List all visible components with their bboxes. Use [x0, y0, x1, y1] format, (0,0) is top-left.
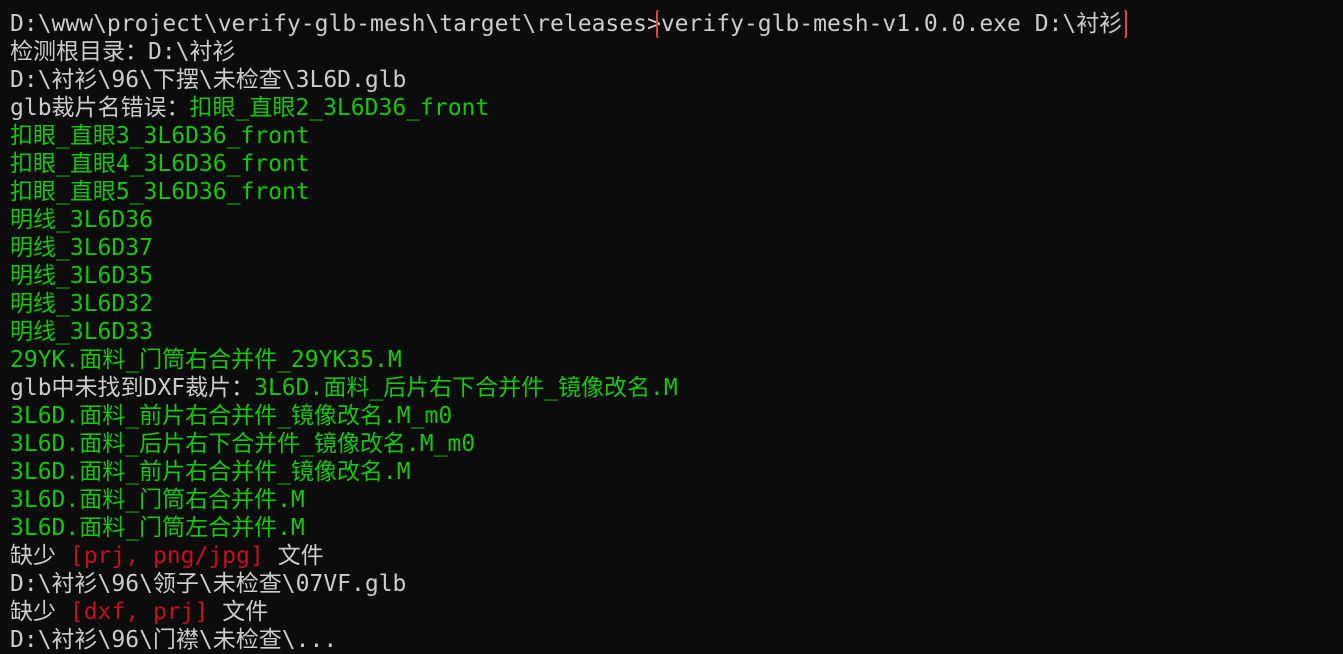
output-missing-files: 缺少 [dxf, prj] 文件	[10, 598, 1343, 626]
output-file-path: D:\衬衫\96\领子\未检查\07VF.glb	[10, 571, 407, 597]
output-missing-dxf: glb中未找到DXF裁片：3L6D.面料_后片右下合并件_镜像改名.M	[10, 374, 1343, 402]
missing-suffix: 文件	[277, 543, 324, 569]
missing-dxf-item: 3L6D.面料_后片右下合并件_镜像改名.M	[254, 375, 678, 401]
missing-suffix: 文件	[222, 599, 269, 625]
output-name-error: glb裁片名错误：扣眼_直眼2_3L6D36_front	[10, 94, 1343, 122]
name-error-item: 明线_3L6D32	[10, 291, 153, 317]
missing-prefix: 缺少	[10, 543, 56, 569]
output-missing-files: 缺少 [prj, png/jpg] 文件	[10, 542, 1343, 570]
missing-file-types: [prj, png/jpg]	[69, 543, 264, 569]
missing-file-types: [dxf, prj]	[69, 599, 209, 625]
output-file-path: D:\衬衫\96\下摆\未检查\3L6D.glb	[10, 67, 407, 93]
missing-prefix: 缺少	[10, 599, 56, 625]
name-error-item: 明线_3L6D35	[10, 263, 153, 289]
terminal-output[interactable]: D:\www\project\verify-glb-mesh\target\re…	[10, 10, 1343, 654]
missing-dxf-item: 3L6D.面料_门筒左合并件.M	[10, 515, 305, 541]
name-error-item: 明线_3L6D36	[10, 207, 153, 233]
command-input-highlighted: verify-glb-mesh-v1.0.0.exe D:\衬衫	[655, 10, 1128, 38]
command-line: D:\www\project\verify-glb-mesh\target\re…	[10, 10, 1343, 38]
name-error-label: glb裁片名错误：	[10, 95, 190, 121]
name-error-item: 明线_3L6D33	[10, 319, 153, 345]
missing-dxf-item: 3L6D.面料_后片右下合并件_镜像改名.M_m0	[10, 431, 476, 457]
missing-dxf-item: 3L6D.面料_前片右合并件_镜像改名.M_m0	[10, 403, 453, 429]
missing-dxf-item: 3L6D.面料_门筒右合并件.M	[10, 487, 305, 513]
output-file-path-partial: D:\衬衫\96\门襟\未检查\...	[10, 627, 338, 653]
missing-dxf-label: glb中未找到DXF裁片：	[10, 375, 255, 401]
missing-dxf-item: 3L6D.面料_前片右合并件_镜像改名.M	[10, 459, 411, 485]
name-error-item: 扣眼_直眼4_3L6D36_front	[10, 151, 310, 177]
name-error-item: 扣眼_直眼5_3L6D36_front	[10, 179, 310, 205]
name-error-item: 29YK.面料_门筒右合并件_29YK35.M	[10, 347, 402, 373]
output-root-dir: 检测根目录：D:\衬衫	[10, 38, 1343, 66]
name-error-item: 扣眼_直眼2_3L6D36_front	[189, 95, 490, 121]
root-dir-label: 检测根目录：	[10, 39, 148, 65]
root-dir-value: D:\衬衫	[148, 39, 236, 65]
name-error-item: 明线_3L6D37	[10, 235, 153, 261]
name-error-item: 扣眼_直眼3_3L6D36_front	[10, 123, 310, 149]
command-prompt: D:\www\project\verify-glb-mesh\target\re…	[10, 11, 661, 37]
